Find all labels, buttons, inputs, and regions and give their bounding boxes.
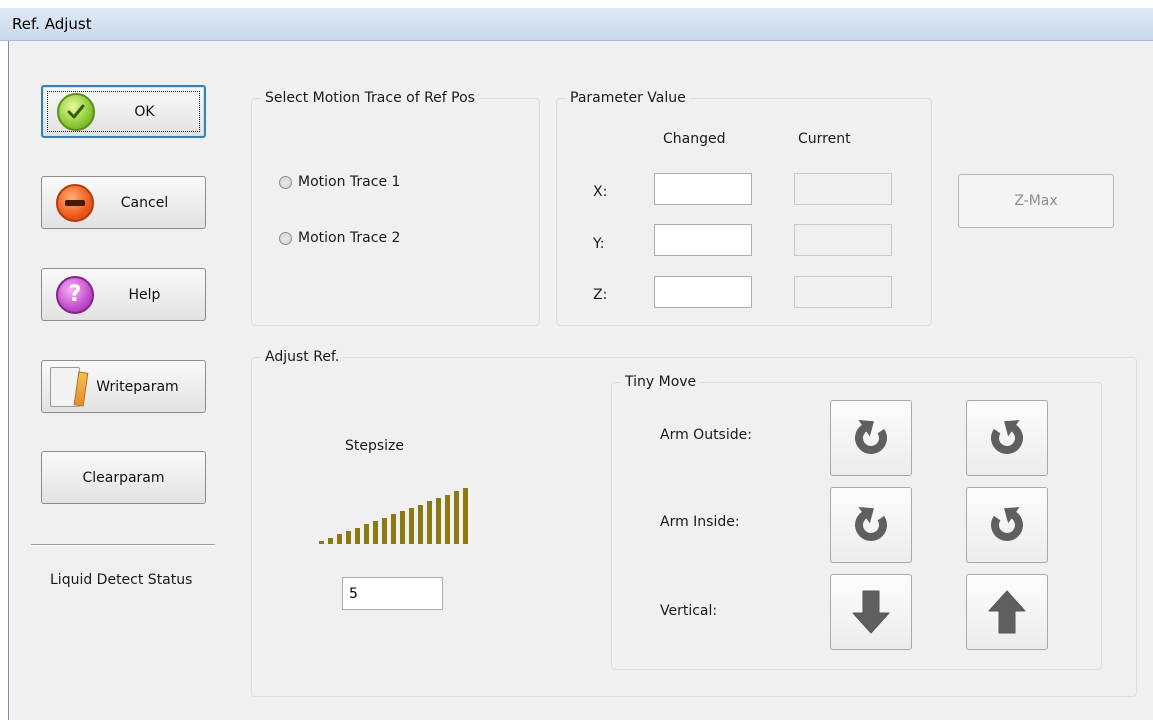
stepsize-bar <box>391 514 396 544</box>
radio-label-motion-trace-1: Motion Trace 1 <box>298 174 401 190</box>
stepsize-label: Stepsize <box>345 438 405 454</box>
parameter-value-group-title: Parameter Value <box>566 89 690 107</box>
radio-dot <box>279 231 292 245</box>
arm-inside-ccw-button[interactable] <box>966 487 1048 563</box>
writeparam-label: Writeparam <box>96 378 179 395</box>
stepsize-bar <box>382 518 387 544</box>
stepsize-bar <box>337 534 342 544</box>
stepsize-bar <box>454 491 459 544</box>
stepsize-bar <box>463 488 468 544</box>
motion-trace-group-title: Select Motion Trace of Ref Pos <box>261 89 479 107</box>
window-title: Ref. Adjust <box>12 15 92 33</box>
cancel-button[interactable]: Cancel <box>41 176 206 229</box>
liquid-detect-status: Liquid Detect Status <box>50 572 193 588</box>
rotate-ccw-icon <box>991 419 1023 454</box>
current-z-field <box>794 276 892 308</box>
changed-x-input[interactable] <box>654 173 752 205</box>
focus-rect <box>47 91 200 132</box>
write-pencil-icon <box>50 366 80 407</box>
param-label-z: Z: <box>593 287 608 303</box>
stepsize-bar <box>427 501 432 544</box>
param-label-x: X: <box>593 184 608 200</box>
stepsize-bar <box>400 511 405 544</box>
help-button[interactable]: ? Help <box>41 268 206 321</box>
separator <box>31 544 215 546</box>
arm-outside-ccw-button[interactable] <box>966 400 1048 476</box>
cancel-label: Cancel <box>120 194 169 211</box>
arm-inside-label: Arm Inside: <box>660 514 740 530</box>
rotate-ccw-icon <box>991 506 1023 541</box>
radio-label-motion-trace-2: Motion Trace 2 <box>298 230 401 246</box>
column-changed-header: Changed <box>663 131 726 147</box>
question-icon: ? <box>56 275 94 314</box>
stepsize-bar <box>409 508 414 544</box>
arm-outside-cw-button[interactable] <box>830 400 912 476</box>
column-current-header: Current <box>798 131 851 147</box>
stepsize-bar <box>346 531 351 544</box>
vertical-down-button[interactable] <box>830 574 912 650</box>
tiny-move-group-title: Tiny Move <box>621 373 701 391</box>
changed-y-input[interactable] <box>654 224 752 256</box>
minus-circle-icon <box>56 183 94 222</box>
title-bar: Ref. Adjust <box>0 8 1153 41</box>
rotate-cw-icon <box>855 506 887 541</box>
arm-inside-cw-button[interactable] <box>830 487 912 563</box>
stepsize-bar <box>436 498 441 544</box>
arm-outside-label: Arm Outside: <box>660 427 752 443</box>
vertical-label: Vertical: <box>660 603 718 619</box>
changed-z-input[interactable] <box>654 276 752 308</box>
stepsize-bar <box>319 541 324 544</box>
clearparam-button[interactable]: Clearparam <box>41 451 206 504</box>
adjust-ref-group-title: Adjust Ref. <box>261 348 344 366</box>
radio-motion-trace-1[interactable]: Motion Trace 1 <box>279 174 400 190</box>
ok-button[interactable]: OK <box>41 85 206 138</box>
clearparam-label: Clearparam <box>82 469 165 486</box>
current-y-field <box>794 224 892 256</box>
vertical-up-button[interactable] <box>966 574 1048 650</box>
param-label-y: Y: <box>593 236 605 252</box>
current-x-field <box>794 173 892 205</box>
rotate-cw-icon <box>855 419 887 454</box>
stepsize-bar-indicator[interactable] <box>319 488 475 544</box>
help-label: Help <box>128 286 161 303</box>
radio-dot <box>279 175 292 189</box>
stepsize-bar <box>445 495 450 544</box>
top-strip <box>0 0 1153 8</box>
radio-motion-trace-2[interactable]: Motion Trace 2 <box>279 230 400 246</box>
arrow-up-icon <box>988 590 1026 634</box>
arrow-down-icon <box>852 590 890 634</box>
stepsize-bar <box>418 505 423 544</box>
stepsize-input[interactable] <box>342 577 443 610</box>
writeparam-button[interactable]: Writeparam <box>41 360 206 413</box>
stepsize-bar <box>355 528 360 544</box>
motion-trace-group: Select Motion Trace of Ref Pos <box>251 89 540 326</box>
stepsize-bar <box>328 538 333 544</box>
stepsize-bar <box>364 524 369 544</box>
z-max-button[interactable]: Z-Max <box>958 174 1114 228</box>
stepsize-bar <box>373 521 378 544</box>
